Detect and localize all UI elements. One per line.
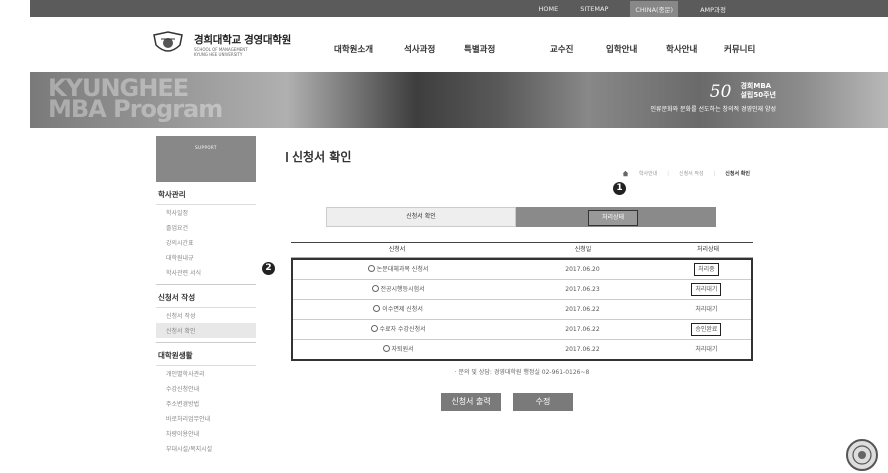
side-group-student-life: 대학원생활 개인별학사관리 수강신청안내 주소변경방법 바로처리업무안내 차량이…	[156, 343, 256, 460]
status-badge: 처리대기	[691, 283, 722, 296]
nav-about[interactable]: 대학원소개	[334, 43, 404, 55]
table-body: 논문대체과목 신청서 2017.06.20 처리중 전공시행등시험서 2017.…	[291, 258, 753, 361]
breadcrumb-item[interactable]: 신청서 작성	[679, 170, 704, 177]
step-bar: 신청서 확인 처리상태	[326, 207, 716, 227]
side-group-head[interactable]: 신청서 작성	[156, 288, 256, 308]
application-date: 2017.06.22	[565, 326, 600, 333]
mba-text: 경희MBA	[740, 82, 772, 90]
header-date: 신청일	[574, 246, 592, 253]
banner-watermark: KYUNGHEE MBA Program	[48, 74, 223, 123]
fifty-text: 50	[709, 82, 732, 102]
step-check-application[interactable]: 신청서 확인	[326, 207, 524, 227]
main-navigation: 대학원소개 석사과정 특별과정 교수진 입학안내 학사안내 커뮤니티	[334, 43, 774, 55]
application-date: 2017.06.22	[565, 346, 600, 353]
banner-slogan: 인류문화와 문화를 선도하는 창의적 경영인재 양성	[650, 106, 776, 113]
application-name[interactable]: 자퇴원서	[392, 346, 414, 353]
application-date: 2017.06.22	[565, 306, 600, 313]
side-item-address-change[interactable]: 주소변경방법	[156, 396, 256, 411]
annotation-marker-2: 2	[262, 262, 275, 275]
status-badge: 처리중	[694, 263, 719, 276]
side-group-application: 신청서 작성 신청서 작성 신청서 확인	[156, 285, 256, 343]
site-header: 경희대학교 경영대학원 SCHOOL OF MANAGEMENT KYUNG H…	[30, 17, 888, 72]
radio-button[interactable]	[370, 325, 378, 332]
side-group-academic-management: 학사관리 학사일정 졸업요건 강의시간표 대학원내규 학사관련 서식	[156, 182, 256, 285]
university-emblem-icon	[153, 31, 183, 52]
side-item-check-application[interactable]: 신청서 확인	[156, 323, 256, 338]
hero-banner: KYUNGHEE MBA Program 50 경희MBA 설립50주년 인류문…	[30, 72, 888, 128]
header-status: 처리상태	[696, 246, 720, 253]
amp-link[interactable]: AMP과정	[700, 4, 726, 14]
nav-faculty[interactable]: 교수진	[550, 43, 606, 55]
radio-button[interactable]	[382, 345, 390, 352]
breadcrumb-separator: |	[667, 170, 669, 177]
status-badge: 승인완료	[691, 323, 722, 336]
radio-button[interactable]	[367, 265, 375, 272]
application-date: 2017.06.23	[565, 286, 600, 293]
side-item-timetable[interactable]: 강의시간표	[156, 235, 256, 250]
top-utility-bar: HOME SITEMAP CHINA(중문) AMP과정	[30, 0, 888, 17]
table-row[interactable]: 자퇴원서 2017.06.22 처리대기	[293, 340, 751, 359]
application-date: 2017.06.20	[565, 266, 600, 273]
action-buttons: 신청서 출력 수정	[441, 393, 573, 411]
application-name[interactable]: 전공시행등시험서	[381, 286, 425, 293]
table-row[interactable]: 수료자 수강신청서 2017.06.22 승인완료	[293, 320, 751, 340]
side-navigation: SUPPORT 학사안내 학사관리 학사일정 졸업요건 강의시간표 대학원내규 …	[156, 136, 664, 460]
radio-button[interactable]	[371, 285, 379, 292]
application-table: 신청서 신청일 처리상태 논문대체과목 신청서 2017.06.20 처리중 전…	[291, 242, 753, 361]
status-button[interactable]: 처리상태	[588, 210, 638, 226]
site-logo[interactable]: 경희대학교 경영대학원 SCHOOL OF MANAGEMENT KYUNG H…	[150, 31, 291, 57]
content-area: SUPPORT 학사안내 학사관리 학사일정 졸업요건 강의시간표 대학원내규 …	[30, 128, 888, 471]
university-seal-icon	[846, 439, 878, 471]
side-item-graduation[interactable]: 졸업요건	[156, 220, 256, 235]
table-row[interactable]: 이수면제 신청서 2017.06.22 처리대기	[293, 300, 751, 320]
side-item-write-application[interactable]: 신청서 작성	[156, 308, 256, 323]
nav-special[interactable]: 특별과정	[464, 43, 550, 55]
nav-academic[interactable]: 학사안내	[666, 43, 724, 55]
nav-admission[interactable]: 입학안내	[606, 43, 666, 55]
side-item-course-registration[interactable]: 수강신청안내	[156, 381, 256, 396]
status-text: 처리대기	[695, 346, 718, 353]
contact-info: · 문의 및 상담: 경영대학원 행정실 02-961-0126~8	[454, 369, 590, 376]
sitemap-link[interactable]: SITEMAP	[580, 5, 608, 13]
status-text: 처리대기	[695, 306, 718, 313]
application-name[interactable]: 수료자 수강신청서	[380, 326, 426, 333]
page-title: 신청서 확인	[286, 148, 351, 165]
print-button[interactable]: 신청서 출력	[441, 393, 501, 411]
application-name[interactable]: 논문대체과목 신청서	[377, 266, 429, 273]
side-group-head[interactable]: 대학원생활	[156, 346, 256, 366]
anniversary-text: 설립50주년	[740, 91, 776, 99]
table-row[interactable]: 논문대체과목 신청서 2017.06.20 처리중	[293, 260, 751, 280]
breadcrumb-current: 신청서 확인	[725, 171, 750, 177]
table-row[interactable]: 전공시행등시험서 2017.06.23 처리대기	[293, 280, 751, 300]
side-item-schedule[interactable]: 학사일정	[156, 205, 256, 220]
step-status-area: 처리상태	[516, 207, 716, 227]
china-link[interactable]: CHINA(중문)	[630, 0, 679, 17]
nav-community[interactable]: 커뮤니티	[724, 43, 774, 55]
breadcrumb: 학사안내 | 신청서 작성 | 신청서 확인	[622, 170, 750, 177]
annotation-marker-1: 1	[613, 182, 626, 195]
application-name[interactable]: 이수면제 신청서	[382, 306, 423, 313]
side-item-forms[interactable]: 학사관련 서식	[156, 265, 256, 280]
breadcrumb-item[interactable]: 학사안내	[639, 170, 657, 177]
header-application: 신청서	[388, 246, 406, 253]
logo-title: 경희대학교 경영대학원	[194, 33, 291, 46]
side-nav-title: SUPPORT 학사안내	[156, 136, 664, 182]
nav-masters[interactable]: 석사과정	[404, 43, 464, 55]
edit-button[interactable]: 수정	[513, 393, 573, 411]
table-header: 신청서 신청일 처리상태	[291, 242, 753, 258]
home-icon[interactable]	[622, 170, 629, 177]
home-link[interactable]: HOME	[539, 5, 559, 13]
side-group-head[interactable]: 학사관리	[156, 185, 256, 205]
breadcrumb-separator: |	[713, 170, 716, 177]
logo-subtitle-2: KYUNG HEE UNIVERSITY	[194, 51, 243, 57]
side-item-personal[interactable]: 개인별학사관리	[156, 366, 256, 381]
anniversary-tag: 50 경희MBA 설립50주년 인류문화와 문화를 선도하는 창의적 경영인재 …	[651, 82, 776, 113]
side-item-facilities[interactable]: 부대시설/복지시설	[156, 441, 256, 456]
side-item-rules[interactable]: 대학원내규	[156, 250, 256, 265]
radio-button[interactable]	[373, 305, 381, 312]
side-item-quick-service[interactable]: 바로처리업무안내	[156, 411, 256, 426]
side-item-parking[interactable]: 차량이용안내	[156, 426, 256, 441]
